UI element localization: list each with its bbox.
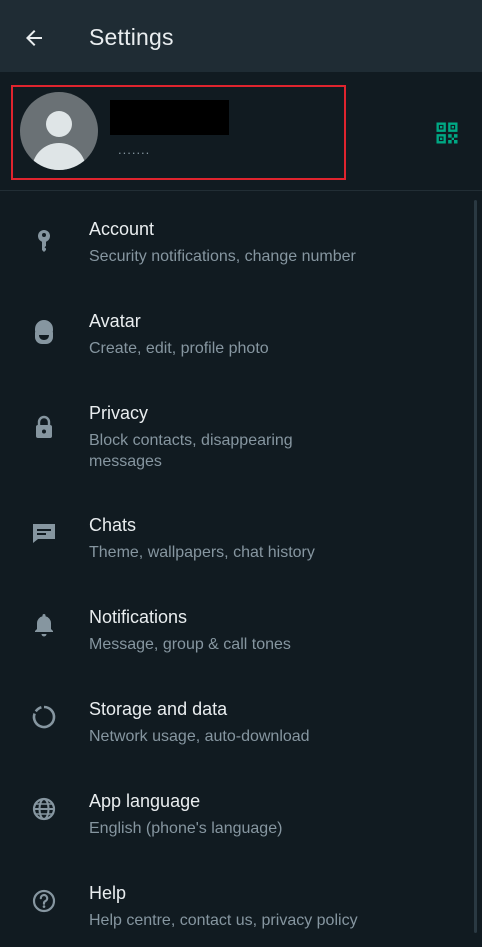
- menu-item-title: Help: [89, 883, 127, 903]
- profile-section[interactable]: .......: [0, 72, 482, 191]
- menu-item-subtitle: Help centre, contact us, privacy policy: [89, 912, 358, 929]
- scrollbar[interactable]: [474, 200, 477, 933]
- menu-item-account[interactable]: Account Security notifications, change n…: [0, 191, 482, 283]
- menu-item-subtitle: Block contacts, disappearing messages: [89, 432, 293, 470]
- menu-item-help[interactable]: Help Help centre, contact us, privacy po…: [0, 855, 482, 947]
- menu-item-title: Chats: [89, 515, 137, 535]
- menu-item-title: Storage and data: [89, 699, 228, 719]
- menu-item-subtitle: Network usage, auto-download: [89, 728, 310, 745]
- avatar-face-icon: [28, 317, 60, 349]
- lock-icon: [28, 411, 60, 443]
- arrow-left-icon: [26, 30, 42, 46]
- globe-icon: [28, 793, 60, 825]
- menu-item-storage[interactable]: Storage and data Network usage, auto-dow…: [0, 671, 482, 763]
- menu-item-avatar[interactable]: Avatar Create, edit, profile photo: [0, 283, 482, 375]
- menu-item-title: Account: [89, 219, 155, 239]
- menu-item-chats[interactable]: Chats Theme, wallpapers, chat history: [0, 487, 482, 579]
- menu-item-title: Avatar: [89, 311, 141, 331]
- menu-item-subtitle: Theme, wallpapers, chat history: [89, 544, 315, 561]
- menu-item-notifications[interactable]: Notifications Message, group & call tone…: [0, 579, 482, 671]
- back-button[interactable]: [16, 20, 52, 56]
- chat-icon: [28, 517, 60, 549]
- qr-code-icon: [436, 122, 458, 144]
- menu-item-subtitle: English (phone's language): [89, 820, 283, 837]
- settings-menu: Account Security notifications, change n…: [0, 191, 482, 947]
- menu-item-subtitle: Message, group & call tones: [89, 636, 291, 653]
- help-circle-icon: [28, 885, 60, 917]
- app-bar: Settings: [0, 0, 482, 72]
- menu-item-title: Privacy: [89, 403, 149, 423]
- page-title: Settings: [89, 24, 174, 50]
- menu-item-privacy[interactable]: Privacy Block contacts, disappearing mes…: [0, 375, 482, 487]
- bell-icon: [28, 609, 60, 641]
- profile-highlight-box: [11, 85, 346, 180]
- menu-item-title: Notifications: [89, 607, 188, 627]
- menu-item-app-language[interactable]: App language English (phone's language): [0, 763, 482, 855]
- storage-circle-icon: [28, 701, 60, 733]
- key-icon: [28, 225, 60, 257]
- menu-item-subtitle: Create, edit, profile photo: [89, 340, 269, 357]
- menu-item-title: App language: [89, 791, 201, 811]
- menu-item-subtitle: Security notifications, change number: [89, 248, 356, 265]
- qr-code-button[interactable]: [430, 116, 464, 150]
